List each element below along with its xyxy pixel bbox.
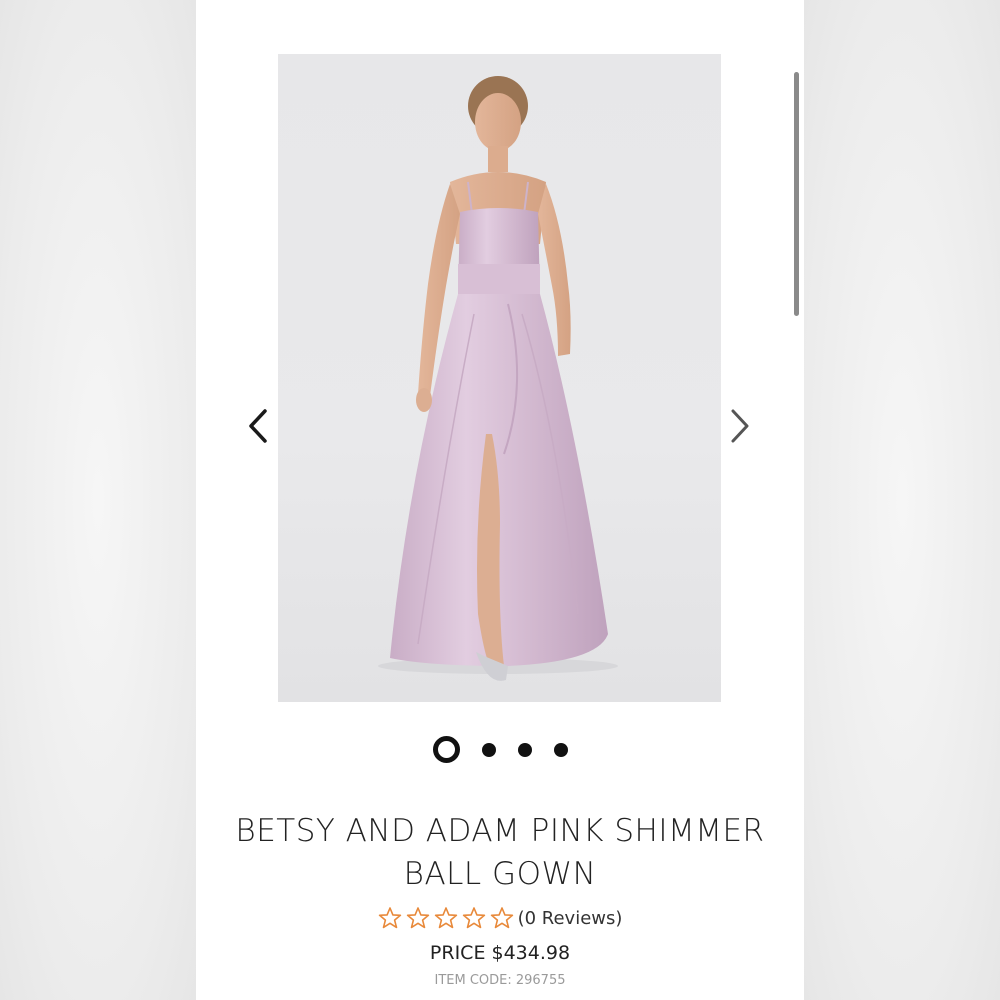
product-title-line-2: BALL GOWN [403, 856, 597, 892]
carousel-pagination [196, 736, 804, 763]
star-icon [434, 907, 457, 929]
carousel-dot-1[interactable] [432, 736, 460, 763]
product-rating[interactable]: (0 Reviews) [196, 906, 804, 930]
carousel-dot-3[interactable] [517, 742, 532, 757]
background-left [0, 0, 196, 1000]
scrollbar[interactable] [794, 72, 799, 316]
carousel-prev-button[interactable] [238, 404, 278, 448]
item-code: ITEM CODE: 296755 [434, 973, 566, 988]
carousel-dot-2[interactable] [481, 742, 496, 757]
star-icon [406, 907, 429, 929]
chevron-left-icon [249, 409, 267, 443]
product-price: PRICE $434.98 [429, 942, 571, 964]
product-image [378, 76, 618, 681]
carousel-dot-4[interactable] [553, 742, 568, 757]
star-icon [462, 907, 485, 929]
star-icon [378, 907, 401, 929]
product-title-line-1: BETSY AND ADAM PINK SHIMMER [235, 813, 765, 849]
chevron-right-icon [731, 409, 749, 443]
reviews-link[interactable]: (0 Reviews) [518, 908, 623, 929]
product-title: BETSY AND ADAM PINK SHIMMER BALL GOWN [196, 810, 804, 896]
product-image-carousel[interactable] [278, 54, 721, 702]
background-right [804, 0, 1000, 1000]
star-icon [490, 907, 513, 929]
carousel-next-button[interactable] [720, 404, 760, 448]
product-page: BETSY AND ADAM PINK SHIMMER BALL GOWN (0… [196, 0, 804, 1000]
